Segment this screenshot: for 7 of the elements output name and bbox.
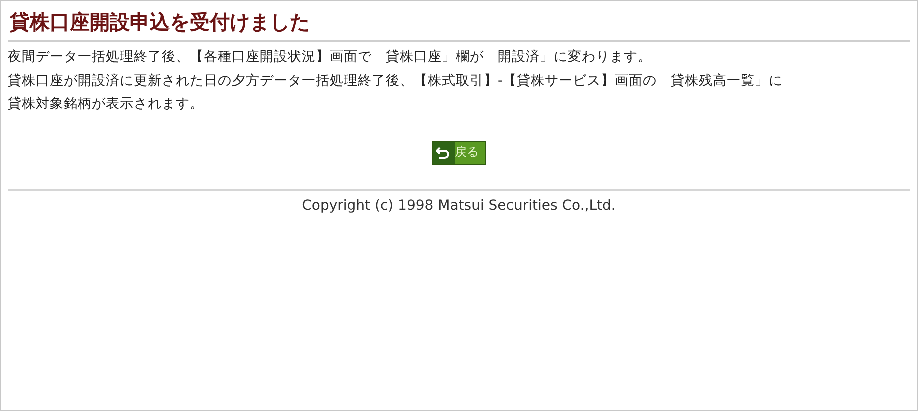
return-arrow-icon bbox=[436, 146, 450, 160]
message-line: 貸株口座が開設済に更新された日の夕方データ一括処理終了後、【株式取引】-【貸株サービス】画面の「貸株残高一覧」に bbox=[8, 72, 784, 90]
message-line: 貸株対象銘柄が表示されます。 bbox=[8, 95, 205, 114]
copyright: Copyright (c) 1998 Matsui Securities Co.,Ltd. bbox=[301, 198, 617, 214]
back-button[interactable]: 戻る bbox=[432, 140, 486, 164]
page-title: 貸株口座開設申込を受付けました bbox=[8, 9, 910, 42]
message-line: 夜間データ一括処理終了後、【各種口座開設状況】画面で「貸株口座」欄が「開設済」に変わります。 bbox=[8, 48, 653, 67]
